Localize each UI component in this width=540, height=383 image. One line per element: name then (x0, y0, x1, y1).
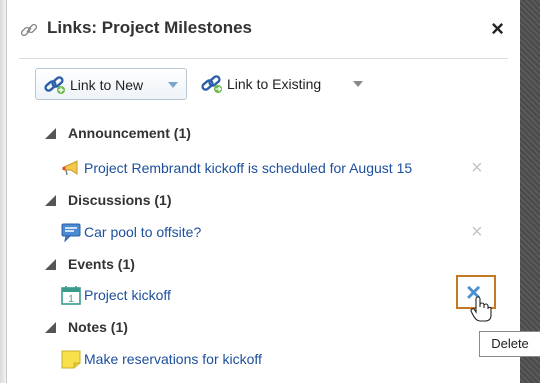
dialog-header: Links: Project Milestones × (7, 0, 520, 60)
collapse-triangle-icon[interactable] (45, 259, 56, 270)
list-item: Project Rembrandt kickoff is scheduled f… (7, 156, 520, 180)
calendar-day: 1 (68, 294, 74, 305)
item-link[interactable]: Project Rembrandt kickoff is scheduled f… (84, 160, 412, 176)
section-label: Events (1) (68, 256, 135, 272)
section-label: Discussions (1) (68, 192, 172, 208)
dropdown-caret-icon[interactable] (353, 81, 363, 87)
section-events[interactable]: Events (1) (7, 254, 520, 276)
delete-button[interactable]: × (471, 221, 483, 244)
close-button[interactable]: × (491, 16, 504, 42)
link-to-existing-label: Link to Existing (227, 76, 322, 92)
background-pattern (520, 0, 540, 383)
link-add-icon (44, 76, 65, 94)
list-item: Make reservations for kickoff (7, 347, 520, 371)
dropdown-caret-icon[interactable] (168, 82, 178, 88)
list-item: 1 Project kickoff (7, 283, 520, 307)
link-existing-icon (201, 75, 222, 93)
chain-link-icon (20, 23, 38, 37)
section-label: Notes (1) (68, 319, 128, 335)
list-item: Car pool to offsite? × (7, 220, 520, 244)
delete-button[interactable]: × (471, 157, 483, 180)
link-to-new-label: Link to New (70, 77, 144, 93)
collapse-triangle-icon[interactable] (45, 322, 56, 333)
calendar-icon: 1 (61, 286, 81, 305)
item-link[interactable]: Project kickoff (84, 287, 171, 303)
delete-tooltip: Delete (479, 331, 540, 357)
collapse-triangle-icon[interactable] (45, 195, 56, 206)
collapse-triangle-icon[interactable] (45, 128, 56, 139)
links-dialog: Links: Project Milestones × Link to New … (6, 0, 540, 383)
section-announcement[interactable]: Announcement (1) (7, 123, 520, 145)
sticky-note-icon (61, 350, 81, 369)
item-link[interactable]: Make reservations for kickoff (84, 351, 262, 367)
link-to-new-button[interactable]: Link to New (35, 68, 187, 100)
section-notes[interactable]: Notes (1) (7, 317, 520, 339)
item-link[interactable]: Car pool to offsite? (84, 224, 201, 240)
dialog-title: Links: Project Milestones (47, 18, 252, 37)
section-label: Announcement (1) (68, 125, 191, 141)
speech-bubble-icon (61, 223, 81, 242)
header-divider (19, 58, 508, 59)
megaphone-icon (62, 160, 78, 176)
section-discussions[interactable]: Discussions (1) (7, 190, 520, 212)
link-to-existing-button[interactable]: Link to Existing (193, 68, 369, 100)
